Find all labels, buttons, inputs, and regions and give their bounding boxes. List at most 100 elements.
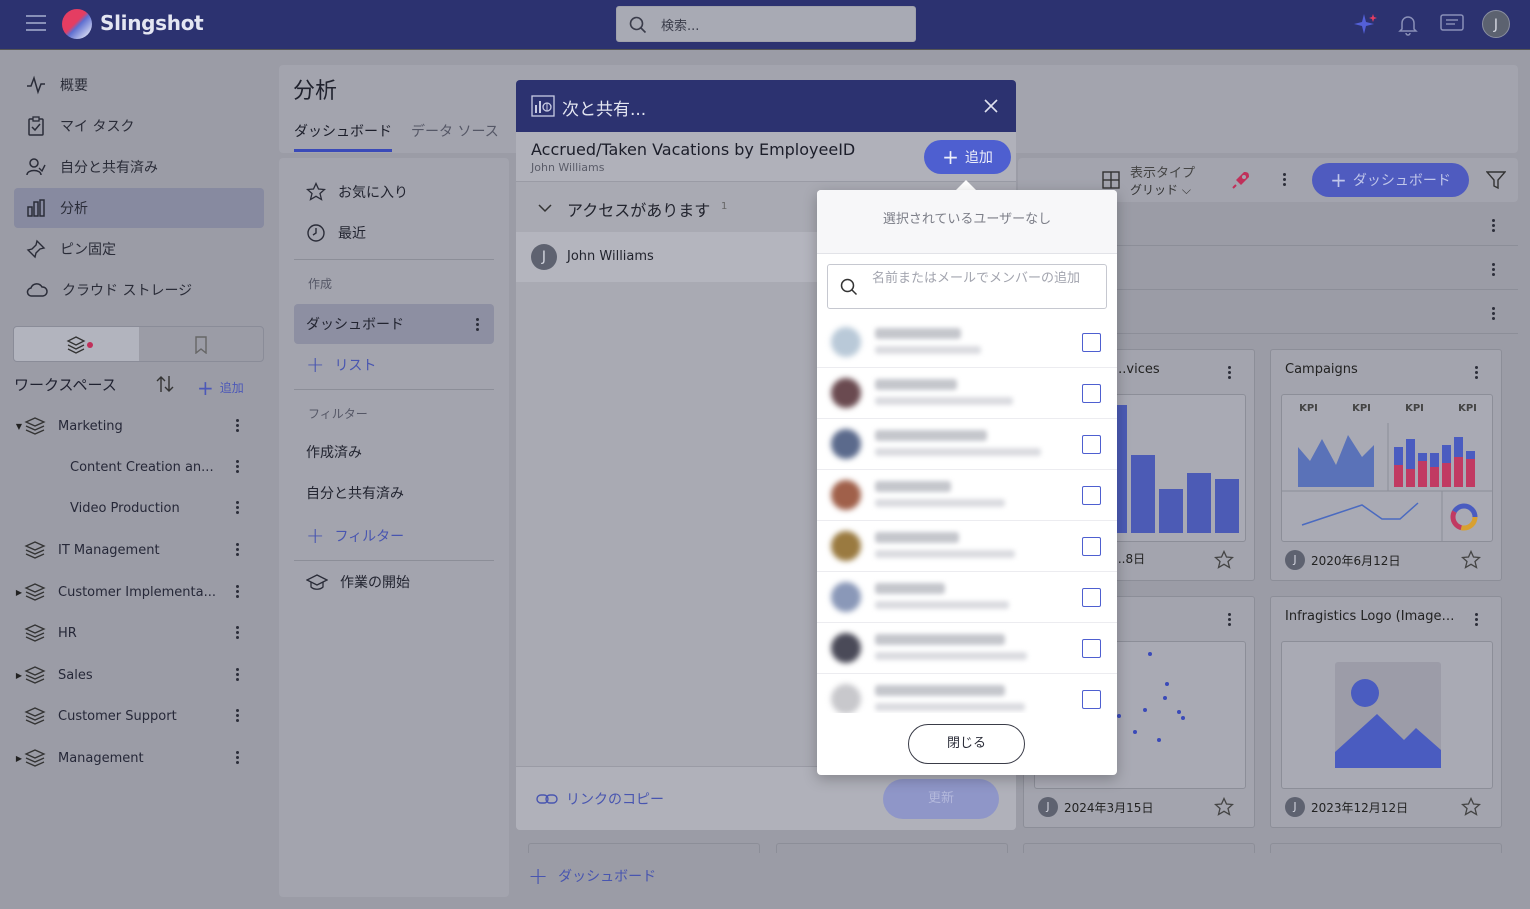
member-checkbox[interactable] <box>1082 690 1101 709</box>
sidebar: 概要 マイ タスク 自分と共有済み 分析 ピン固定 クラウド ストレージ ワーク… <box>0 50 278 909</box>
add-filter-button[interactable]: + フィルター <box>294 518 494 554</box>
member-row[interactable] <box>817 419 1117 470</box>
update-button[interactable]: 更新 <box>883 779 999 819</box>
more-options-icon[interactable] <box>236 707 240 724</box>
more-options-icon[interactable] <box>236 499 240 516</box>
star-icon[interactable] <box>1461 797 1481 817</box>
caret-right-icon[interactable]: ▶ <box>14 588 24 597</box>
rocket-icon[interactable] <box>1230 169 1252 191</box>
getting-started-item[interactable]: 作業の開始 <box>294 564 494 600</box>
more-options-icon[interactable] <box>1228 611 1232 628</box>
member-checkbox[interactable] <box>1082 537 1101 556</box>
nav-overview[interactable]: 概要 <box>14 65 264 105</box>
member-row[interactable] <box>817 470 1117 521</box>
hamburger-menu-icon[interactable] <box>26 15 46 31</box>
member-row[interactable] <box>817 317 1117 368</box>
more-options-icon[interactable] <box>236 749 240 766</box>
tab-dashboards[interactable]: ダッシュボード <box>294 121 392 152</box>
member-row[interactable] <box>817 368 1117 419</box>
caret-right-icon[interactable]: ▶ <box>14 754 24 763</box>
more-options-icon[interactable] <box>236 666 240 683</box>
tab-workspaces[interactable] <box>14 327 139 361</box>
more-options-icon[interactable] <box>1492 305 1496 322</box>
grid-view-icon[interactable] <box>1102 171 1120 189</box>
tab-data-sources[interactable]: データ ソース <box>411 121 499 141</box>
layers-icon <box>24 707 46 725</box>
workspace-item[interactable]: Customer Support <box>14 701 264 731</box>
avatar <box>831 684 861 713</box>
member-checkbox[interactable] <box>1082 588 1101 607</box>
add-workspace-button[interactable]: + 追加 <box>197 376 244 400</box>
close-icon[interactable] <box>983 98 999 114</box>
workspace-item[interactable]: ▼ Marketing <box>14 411 264 441</box>
member-checkbox[interactable] <box>1082 435 1101 454</box>
dashboard-card <box>776 843 1008 853</box>
member-search-input[interactable]: 名前またはメールでメンバーの追加 <box>827 264 1107 309</box>
member-checkbox[interactable] <box>1082 384 1101 403</box>
user-name: John Williams <box>567 249 654 264</box>
more-options-icon[interactable] <box>236 541 240 558</box>
star-icon[interactable] <box>1214 550 1234 570</box>
slingshot-logo-icon <box>62 9 92 39</box>
nav-shared-with-me[interactable]: 自分と共有済み <box>14 147 264 187</box>
recent-item[interactable]: 最近 <box>294 215 494 251</box>
dashboard-card[interactable]: Infragistics Logo (Image ... J 2023年12月12… <box>1270 596 1502 828</box>
member-row[interactable] <box>817 572 1117 623</box>
brand-name: Slingshot <box>100 11 204 35</box>
member-row[interactable] <box>817 674 1117 713</box>
member-row[interactable] <box>817 623 1117 674</box>
more-options-icon[interactable] <box>1475 611 1479 628</box>
copy-link-button[interactable]: リンクのコピー <box>536 789 664 809</box>
add-member-button[interactable]: + 追加 <box>924 140 1011 174</box>
workspace-item[interactable]: ▶ Sales <box>14 660 264 690</box>
nav-pinned[interactable]: ピン固定 <box>14 229 264 269</box>
new-dashboard-button[interactable]: + ダッシュボード <box>1312 163 1469 197</box>
add-list-button[interactable]: + リスト <box>294 347 494 383</box>
favorites-item[interactable]: お気に入り <box>294 174 494 210</box>
close-button[interactable]: 閉じる <box>908 724 1025 764</box>
nav-cloud-storage[interactable]: クラウド ストレージ <box>14 270 264 310</box>
member-row[interactable] <box>817 521 1117 572</box>
member-picker-popup: 選択されているユーザーなし 名前またはメールでメンバーの追加 閉じる <box>817 190 1117 775</box>
filter-icon[interactable] <box>1486 170 1506 190</box>
shared-filter-item[interactable]: 自分と共有済み <box>294 475 494 511</box>
more-options-icon[interactable] <box>236 458 240 475</box>
more-options-icon[interactable] <box>1283 171 1287 188</box>
more-options-icon[interactable] <box>236 624 240 641</box>
caret-down-icon[interactable]: ▼ <box>14 422 24 431</box>
sort-icon[interactable] <box>156 374 174 394</box>
more-options-icon[interactable] <box>236 583 240 600</box>
dashboard-card[interactable]: Campaigns KPI KPI KPI KPI J 2020年6月12日 <box>1270 349 1502 581</box>
nav-my-tasks[interactable]: マイ タスク <box>14 106 264 146</box>
workspace-item[interactable]: IT Management <box>14 535 264 565</box>
nav-analytics[interactable]: 分析 <box>14 188 264 228</box>
view-type-select[interactable]: グリッド ⌵ <box>1130 181 1191 198</box>
workspace-item[interactable]: ▶ Customer Implementa... <box>14 577 264 607</box>
member-checkbox[interactable] <box>1082 486 1101 505</box>
add-dashboard-button[interactable]: + ダッシュボード <box>528 862 656 890</box>
member-checkbox[interactable] <box>1082 333 1101 352</box>
sparkle-ai-icon[interactable] <box>1352 12 1378 38</box>
more-options-icon[interactable] <box>476 316 480 333</box>
more-options-icon[interactable] <box>1492 217 1496 234</box>
more-options-icon[interactable] <box>236 417 240 434</box>
workspace-item[interactable]: ▶ Management <box>14 743 264 773</box>
member-checkbox[interactable] <box>1082 639 1101 658</box>
bell-icon[interactable] <box>1398 14 1418 36</box>
chat-icon[interactable] <box>1440 14 1464 34</box>
caret-right-icon[interactable]: ▶ <box>14 671 24 680</box>
star-icon[interactable] <box>1214 797 1234 817</box>
workspace-item[interactable]: HR <box>14 618 264 648</box>
more-options-icon[interactable] <box>1475 364 1479 381</box>
access-label: アクセスがあります <box>567 201 711 220</box>
user-avatar[interactable]: J <box>1482 10 1510 38</box>
global-search-input[interactable]: 検索... <box>616 6 916 42</box>
more-options-icon[interactable] <box>1228 364 1232 381</box>
bookmark-icon[interactable] <box>194 336 208 354</box>
workspace-item[interactable]: Video Production <box>14 493 264 523</box>
star-icon[interactable] <box>1461 550 1481 570</box>
workspace-item[interactable]: Content Creation an... <box>14 452 264 482</box>
more-options-icon[interactable] <box>1492 261 1496 278</box>
dashboard-filter-item[interactable]: ダッシュボード <box>294 304 494 344</box>
created-filter-item[interactable]: 作成済み <box>294 434 494 470</box>
